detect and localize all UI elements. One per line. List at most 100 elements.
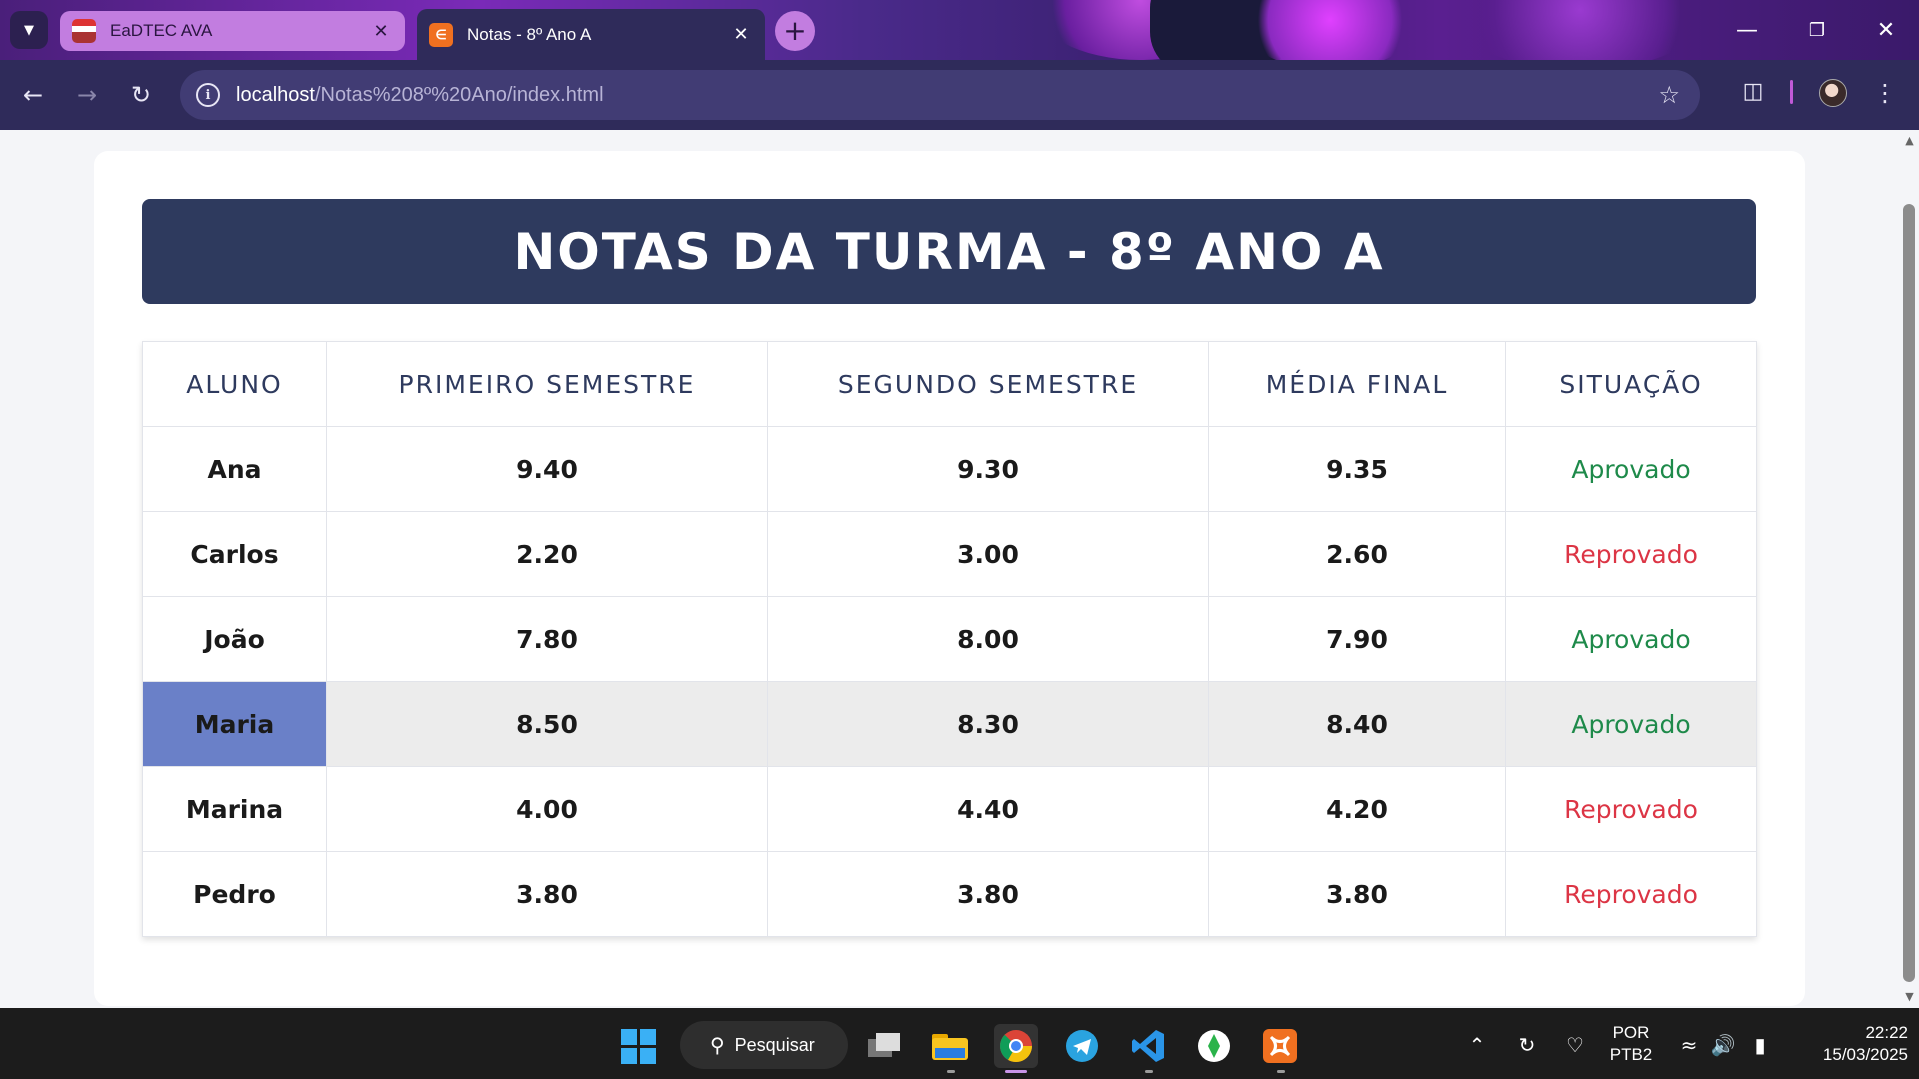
- tab-title: EaDTEC AVA: [110, 21, 213, 40]
- table-row: Ana 9.40 9.30 9.35 Aprovado: [142, 426, 1757, 512]
- clock[interactable]: 22:22 15/03/2025: [1788, 1022, 1908, 1066]
- final-average-cell: 9.35: [1208, 426, 1506, 512]
- language-label: POR: [1612, 1023, 1650, 1042]
- second-semester-cell: 4.40: [767, 766, 1209, 852]
- final-average-cell: 2.60: [1208, 511, 1506, 597]
- close-window-button[interactable]: ✕: [1866, 12, 1906, 48]
- start-button[interactable]: [616, 1024, 660, 1068]
- status-cell: Aprovado: [1505, 681, 1757, 767]
- table-row: Marina 4.00 4.40 4.20 Reprovado: [142, 766, 1757, 852]
- url-text[interactable]: localhost/Notas%208º%20Ano/index.html: [236, 84, 604, 107]
- chrome-button[interactable]: [994, 1024, 1038, 1068]
- tab-search-button[interactable]: ▼: [10, 11, 48, 49]
- xampp-button[interactable]: [1258, 1024, 1302, 1068]
- first-semester-cell: 3.80: [326, 851, 768, 937]
- info-icon[interactable]: i: [196, 83, 220, 107]
- windows-icon: [620, 1028, 656, 1064]
- first-semester-cell: 7.80: [326, 596, 768, 682]
- plus-icon: +: [783, 14, 807, 47]
- xampp-icon: [1263, 1029, 1297, 1063]
- table-row: João 7.80 8.00 7.90 Aprovado: [142, 596, 1757, 682]
- column-header-primeiro-semestre: PRIMEIRO SEMESTRE: [326, 341, 768, 427]
- tab-title: Notas - 8º Ano A: [467, 24, 592, 44]
- address-bar[interactable]: i localhost/Notas%208º%20Ano/index.html …: [180, 70, 1700, 120]
- close-icon[interactable]: ✕: [369, 21, 393, 42]
- chevron-up-icon[interactable]: ⌃: [1462, 1030, 1492, 1060]
- scroll-down-arrow-icon[interactable]: ▼: [1900, 990, 1919, 1006]
- language-indicator[interactable]: POR PTB2: [1606, 1022, 1656, 1066]
- status-cell: Aprovado: [1505, 426, 1757, 512]
- status-cell: Reprovado: [1505, 851, 1757, 937]
- tab-eadtec-ava[interactable]: EaDTEC AVA ✕: [60, 11, 405, 51]
- reload-button[interactable]: ↻: [124, 78, 158, 112]
- chrome-icon: [999, 1030, 1032, 1063]
- xampp-icon: ∈: [429, 22, 453, 47]
- cake-icon: [72, 19, 96, 43]
- student-name-cell: Maria: [142, 681, 327, 767]
- active-indicator: [1005, 1070, 1027, 1073]
- tab-notas[interactable]: ∈ Notas - 8º Ano A ✕: [417, 9, 765, 60]
- minimize-icon: —: [1736, 17, 1758, 43]
- arrow-left-icon: ←: [22, 81, 44, 109]
- volume-icon[interactable]: 🔊: [1708, 1030, 1738, 1060]
- search-label: Pesquisar: [734, 1034, 815, 1055]
- status-cell: Aprovado: [1505, 596, 1757, 682]
- wallpaper-decoration: [1240, 0, 1420, 60]
- task-view-icon: [868, 1033, 900, 1057]
- kebab-icon[interactable]: ⋮: [1873, 76, 1897, 110]
- first-semester-cell: 4.00: [326, 766, 768, 852]
- student-name-cell: Ana: [142, 426, 327, 512]
- forward-button[interactable]: →: [70, 78, 104, 112]
- table-row: Carlos 2.20 3.00 2.60 Reprovado: [142, 511, 1757, 597]
- page-title: NOTAS DA TURMA - 8º ANO A: [142, 199, 1756, 304]
- second-semester-cell: 3.00: [767, 511, 1209, 597]
- second-semester-cell: 8.00: [767, 596, 1209, 682]
- sync-icon[interactable]: ↻: [1512, 1030, 1542, 1060]
- url-path: /Notas%208º%20Ano/index.html: [314, 83, 604, 106]
- table-header-row: ALUNO PRIMEIRO SEMESTRE SEGUNDO SEMESTRE…: [142, 341, 1757, 427]
- close-icon: ✕: [1876, 17, 1896, 43]
- first-semester-cell: 9.40: [326, 426, 768, 512]
- sims-button[interactable]: [1192, 1024, 1236, 1068]
- arrow-right-icon: →: [76, 81, 98, 109]
- telegram-button[interactable]: [1060, 1024, 1104, 1068]
- avatar[interactable]: [1819, 79, 1847, 107]
- plumbob-icon: [1198, 1030, 1230, 1062]
- health-icon[interactable]: ♡: [1560, 1030, 1590, 1060]
- url-host: localhost: [236, 83, 315, 106]
- wifi-icon[interactable]: ≈: [1674, 1030, 1704, 1060]
- vscode-button[interactable]: [1126, 1024, 1170, 1068]
- close-icon[interactable]: ✕: [729, 24, 753, 45]
- back-button[interactable]: ←: [16, 78, 50, 112]
- running-indicator: [1145, 1070, 1153, 1073]
- second-semester-cell: 8.30: [767, 681, 1209, 767]
- minimize-button[interactable]: —: [1727, 12, 1767, 48]
- chevron-down-icon: ▼: [24, 22, 34, 38]
- table-row: Pedro 3.80 3.80 3.80 Reprovado: [142, 851, 1757, 937]
- toolbar-divider: [1790, 80, 1793, 104]
- reload-icon: ↻: [130, 81, 152, 109]
- second-semester-cell: 9.30: [767, 426, 1209, 512]
- new-tab-button[interactable]: +: [775, 11, 815, 51]
- student-name-cell: Pedro: [142, 851, 327, 937]
- taskbar-search[interactable]: ⚲ Pesquisar: [680, 1021, 848, 1069]
- restore-button[interactable]: ❐: [1797, 12, 1837, 48]
- file-explorer-button[interactable]: [928, 1024, 972, 1068]
- clock-time: 22:22: [1865, 1023, 1908, 1042]
- star-icon[interactable]: ☆: [1658, 81, 1680, 109]
- student-name-cell: João: [142, 596, 327, 682]
- scrollbar-thumb[interactable]: [1903, 204, 1915, 982]
- puzzle-icon[interactable]: ◫: [1738, 76, 1768, 106]
- student-name-cell: Marina: [142, 766, 327, 852]
- battery-icon[interactable]: ▮: [1745, 1030, 1775, 1060]
- wallpaper-decoration: [1450, 0, 1710, 60]
- browser-toolbar: ← → ↻ i localhost/Notas%208º%20Ano/index…: [0, 60, 1919, 130]
- final-average-cell: 7.90: [1208, 596, 1506, 682]
- grades-table: ALUNO PRIMEIRO SEMESTRE SEGUNDO SEMESTRE…: [142, 341, 1757, 937]
- clock-date: 15/03/2025: [1822, 1045, 1908, 1064]
- task-view-button[interactable]: [862, 1024, 906, 1068]
- status-cell: Reprovado: [1505, 766, 1757, 852]
- first-semester-cell: 2.20: [326, 511, 768, 597]
- status-cell: Reprovado: [1505, 511, 1757, 597]
- scroll-up-arrow-icon[interactable]: ▲: [1900, 134, 1919, 150]
